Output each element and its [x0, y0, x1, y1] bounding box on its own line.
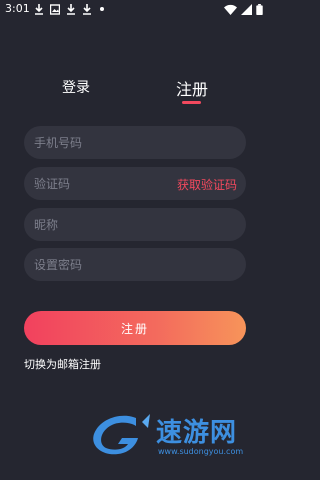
register-screen: 3:01 登录 注册 获取验证码 注册 切换为邮箱注册	[0, 0, 270, 480]
tab-register[interactable]: 注册	[176, 76, 208, 100]
wifi-icon	[224, 4, 237, 15]
code-input[interactable]	[34, 176, 174, 191]
system-icons	[224, 3, 263, 15]
password-input[interactable]	[34, 257, 174, 272]
status-time: 3:01	[5, 2, 30, 15]
watermark-text: 速游网	[156, 418, 238, 448]
password-field[interactable]	[24, 248, 246, 281]
dot-icon	[100, 7, 104, 11]
signal-icon	[241, 3, 252, 15]
phone-input[interactable]	[34, 135, 174, 150]
download-icon	[83, 3, 91, 15]
nickname-field[interactable]	[24, 208, 246, 241]
watermark-logo-icon	[93, 414, 150, 455]
code-field[interactable]: 获取验证码	[24, 167, 246, 200]
watermark: 速游网 www.sudongyou.com	[88, 406, 263, 466]
status-bar: 3:01	[0, 0, 270, 20]
get-code-button[interactable]: 获取验证码	[177, 176, 237, 193]
switch-to-email-link[interactable]: 切换为邮箱注册	[24, 356, 101, 372]
download-icon	[35, 3, 43, 15]
nickname-input[interactable]	[34, 217, 174, 232]
notification-icons	[34, 3, 104, 15]
active-tab-indicator	[182, 101, 201, 104]
watermark-subtext: www.sudongyou.com	[158, 447, 244, 456]
download-icon	[67, 3, 75, 15]
phone-field[interactable]	[24, 126, 246, 159]
register-button[interactable]: 注册	[24, 311, 246, 345]
tab-login[interactable]: 登录	[62, 77, 90, 97]
battery-icon	[256, 3, 263, 15]
image-icon	[50, 3, 60, 15]
